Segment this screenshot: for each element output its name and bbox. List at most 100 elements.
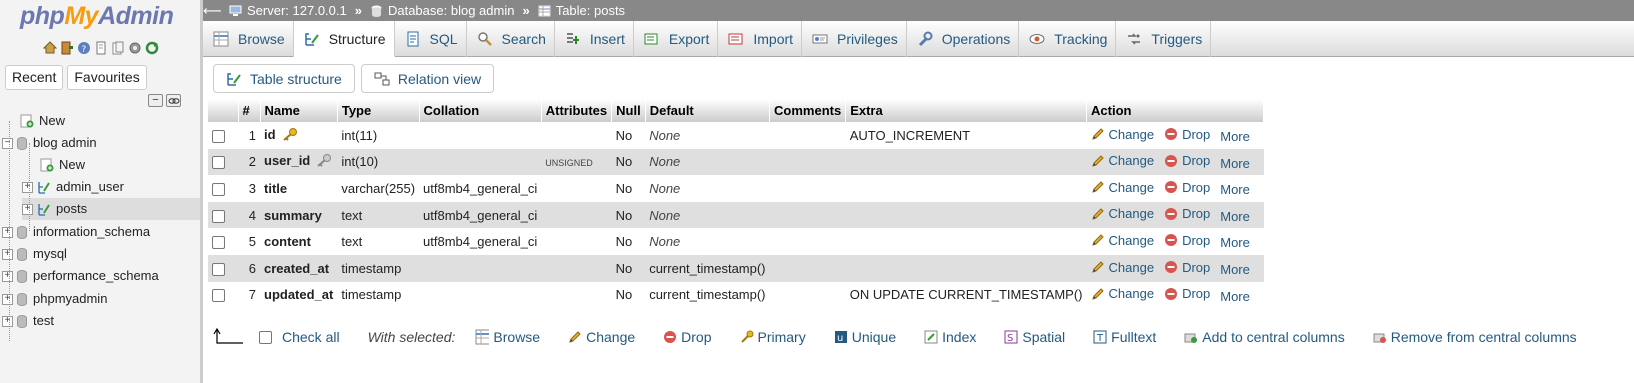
bulk-drop-button[interactable]: Drop [663,329,712,345]
collapse-all-icon[interactable]: − [148,94,163,107]
bulk-add-to-central-columns-button[interactable]: Add to central columns [1184,329,1345,345]
more-action[interactable]: More [1220,235,1250,250]
expand-icon[interactable]: + [2,248,13,260]
expand-icon[interactable]: + [22,203,33,215]
tree-item-mysql[interactable]: + mysql [2,243,67,265]
settings-gear-icon[interactable] [127,40,142,55]
tree-item-phpmyadmin[interactable]: + phpmyadmin [2,288,107,310]
collapse-icon[interactable]: − [2,137,13,149]
row-checkbox[interactable] [212,156,225,170]
tree-item-admin_user[interactable]: + admin_user [22,176,124,198]
tab-export[interactable]: Export [634,21,719,57]
bulk-unique-button[interactable]: u Unique [834,329,896,345]
drop-action[interactable]: Drop [1164,180,1210,195]
more-action[interactable]: More [1220,182,1250,197]
row-checkbox[interactable] [212,129,225,143]
breadcrumb-server[interactable]: Server: 127.0.0.1 [229,3,347,18]
row-checkbox[interactable] [212,289,225,303]
bulk-change-button[interactable]: Change [568,329,635,345]
link-with-main-icon[interactable] [166,94,181,107]
bulk-primary-button[interactable]: Primary [740,329,806,345]
expand-icon[interactable]: + [2,315,13,327]
tab-import[interactable]: Import [718,21,803,57]
change-action[interactable]: Change [1091,260,1154,275]
row-checkbox-cell [208,175,238,202]
relation-view-button[interactable]: Relation view [360,64,495,93]
row-number: 7 [238,281,260,309]
change-action[interactable]: Change [1091,206,1154,221]
bulk-fulltext-button[interactable]: T Fulltext [1093,329,1156,345]
tab-privileges[interactable]: Privileges [802,21,907,57]
more-action[interactable]: More [1220,209,1250,224]
home-icon[interactable] [42,40,57,55]
recent-button[interactable]: Recent [5,65,64,90]
drop-action[interactable]: Drop [1164,206,1210,221]
expand-icon[interactable]: + [2,293,13,305]
docs-icon[interactable] [93,40,108,55]
tree-item-performance_schema[interactable]: + performance_schema [2,265,159,287]
change-action[interactable]: Change [1091,233,1154,248]
tree-item-information_schema[interactable]: + information_schema [2,221,150,243]
change-action[interactable]: Change [1091,153,1154,168]
row-checkbox[interactable] [212,236,225,250]
help-icon[interactable]: ? [76,40,91,55]
column-name[interactable]: id [264,127,276,142]
logout-icon[interactable] [59,40,74,55]
table-structure-button[interactable]: Table structure [213,64,355,93]
tree-item-new[interactable]: New [20,110,65,132]
default-value: current_timestamp() [649,260,766,276]
tab-search[interactable]: Search [467,21,555,57]
expand-icon[interactable]: + [2,270,13,282]
column-name[interactable]: content [264,234,311,249]
column-null: No [611,254,646,282]
phpmyadmin-logo[interactable]: phpMyAdmin [20,2,174,31]
logo-my: My [64,2,99,30]
drop-action[interactable]: Drop [1164,233,1210,248]
tree-item-posts[interactable]: + posts [22,198,200,220]
drop-action[interactable]: Drop [1164,127,1210,142]
more-action[interactable]: More [1220,262,1250,277]
tab-tracking[interactable]: Tracking [1019,21,1117,57]
column-name[interactable]: summary [264,208,322,223]
change-action[interactable]: Change [1091,127,1154,142]
bulk-spatial-button[interactable]: S Spatial [1004,329,1065,345]
back-arrow-icon[interactable]: ⟵ [203,3,222,19]
expand-icon[interactable]: + [22,181,33,193]
drop-action[interactable]: Drop [1164,286,1210,301]
breadcrumb-database[interactable]: Database: blog admin [370,3,514,18]
column-name[interactable]: title [264,181,287,196]
recent-favourites-tabs: Recent Favourites [5,65,151,90]
tab-insert[interactable]: Insert [555,21,634,57]
bulk-browse-button[interactable]: Browse [475,329,540,345]
tab-sql[interactable]: SQL [395,21,467,57]
breadcrumb-table[interactable]: Table: posts [538,3,625,18]
column-name[interactable]: user_id [264,153,310,168]
bulk-index-button[interactable]: Index [924,329,976,345]
change-action[interactable]: Change [1091,180,1154,195]
tab-browse[interactable]: Browse [203,21,294,57]
row-checkbox[interactable] [212,209,225,223]
favourites-button[interactable]: Favourites [67,65,147,90]
expand-icon[interactable]: + [2,226,13,238]
breadcrumb: ⟵ Server: 127.0.0.1 » Database: blog adm… [203,0,1634,21]
check-all-checkbox[interactable] [259,330,272,344]
tab-triggers[interactable]: Triggers [1116,21,1212,57]
row-checkbox[interactable] [212,183,225,197]
drop-action[interactable]: Drop [1164,153,1210,168]
bulk-remove-from-central-columns-button[interactable]: Remove from central columns [1373,329,1577,345]
drop-action[interactable]: Drop [1164,260,1210,275]
row-checkbox[interactable] [212,262,225,276]
column-name[interactable]: created_at [264,261,329,276]
reload-icon[interactable] [144,40,159,55]
change-action[interactable]: Change [1091,286,1154,301]
check-all-label[interactable]: Check all [282,329,340,345]
tree-item-new[interactable]: New [40,154,85,176]
column-name[interactable]: updated_at [264,287,333,302]
tab-structure[interactable]: Structure [293,21,395,57]
more-action[interactable]: More [1220,156,1250,171]
tab-operations[interactable]: Operations [907,21,1020,57]
tree-item-blog-admin[interactable]: − blog admin [2,132,97,154]
docs-copy-icon[interactable] [110,40,125,55]
more-action[interactable]: More [1220,129,1250,144]
more-action[interactable]: More [1220,289,1250,304]
